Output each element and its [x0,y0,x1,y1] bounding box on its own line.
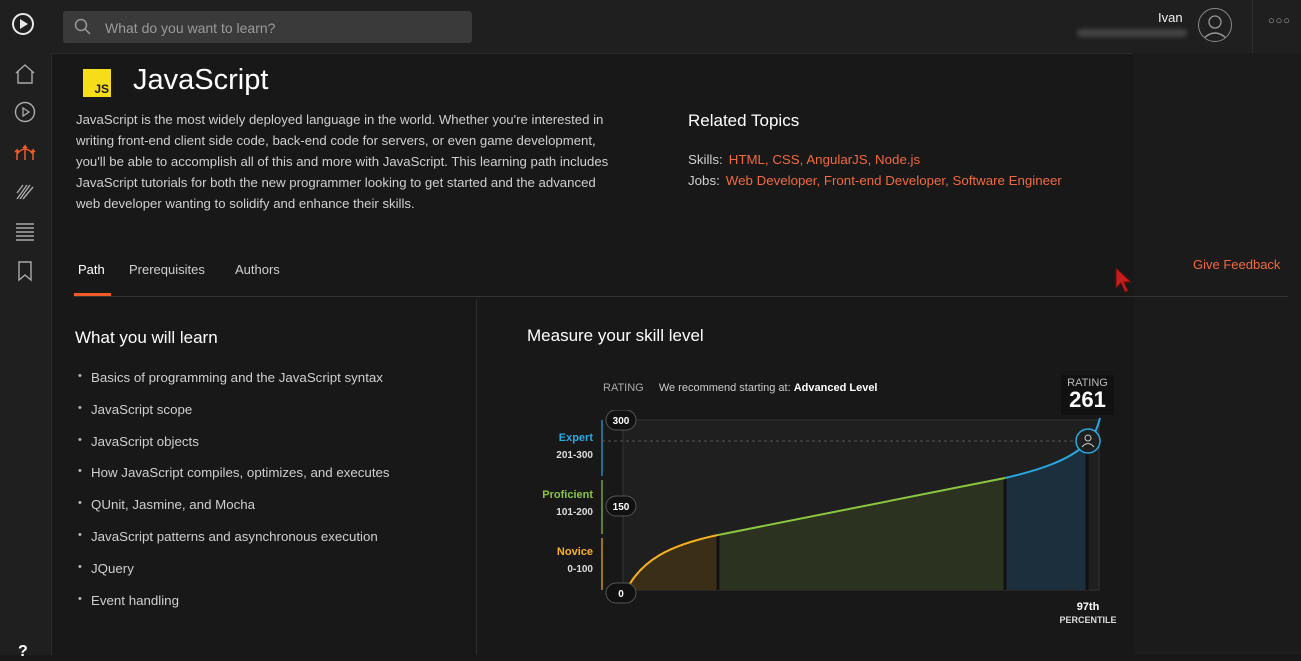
mouse-cursor-icon [1115,266,1133,293]
page-title: JavaScript [133,64,269,96]
recommend-level[interactable]: Advanced Level [794,382,878,394]
jobs-links[interactable]: Web Developer, Front-end Developer, Soft… [726,173,1062,188]
list-item: How JavaScript compiles, optimizes, and … [76,465,390,497]
list-item: JavaScript objects [76,434,390,466]
tick-label: 150 [605,495,637,517]
list-item: JavaScript scope [76,402,390,434]
level-novice-name: Novice [556,546,593,558]
top-bar: Ivan ○○○ [0,0,1301,54]
help-icon[interactable]: ? [18,643,28,661]
skills-links[interactable]: HTML, CSS, AngularJS, Node.js [729,152,920,167]
sidebar [0,53,52,655]
level-novice-range: 0-100 [567,564,593,575]
skill-title: Measure your skill level [527,326,704,345]
list-item: QUnit, Jasmine, and Mocha [76,497,390,529]
learn-title: What you will learn [75,328,218,347]
user-icon [1202,15,1228,40]
pluralsight-logo-icon[interactable] [12,13,34,35]
rating-header: RATING We recommend starting at: Advance… [603,382,878,394]
list-item: JavaScript patterns and asynchronous exe… [76,529,390,561]
rating-box: RATING 261 [1061,375,1114,415]
skill-chart: 300 150 0 [601,410,1101,604]
rating-label: RATING [603,382,644,394]
search-box[interactable] [63,11,472,43]
user-marker[interactable] [1075,428,1101,454]
percentile-value: 97th [1076,601,1100,613]
topbar-divider [1252,0,1253,53]
level-proficient-name: Proficient [542,489,593,501]
give-feedback-link[interactable]: Give Feedback [1193,257,1280,272]
js-logo-text: JS [94,82,109,96]
level-proficient-range: 101-200 [556,507,593,518]
column-divider [476,300,477,655]
recommend-text: We recommend starting at: [658,382,791,394]
list-item: JQuery [76,561,390,593]
level-expert-range: 201-300 [556,450,593,461]
paths-icon[interactable] [13,140,37,164]
js-logo-icon: JS [83,69,111,97]
search-icon [74,18,91,35]
related-skills: Skills: HTML, CSS, AngularJS, Node.js [688,152,920,167]
related-topics-title: Related Topics [688,111,800,130]
search-input[interactable] [103,17,457,39]
avatar[interactable] [1198,8,1232,42]
user-subtitle-blurred [1077,29,1187,37]
right-gutter [1133,53,1301,655]
channels-list-icon[interactable] [13,219,37,243]
learn-list: Basics of programming and the JavaScript… [76,370,390,624]
jobs-label: Jobs: [688,173,720,188]
skills-label: Skills: [688,152,723,167]
tabs-divider [74,296,1288,297]
related-jobs: Jobs: Web Developer, Front-end Developer,… [688,173,1062,188]
tick-label: 300 [605,410,637,431]
more-options-icon[interactable]: ○○○ [1268,15,1291,27]
list-item: Basics of programming and the JavaScript… [76,370,390,402]
svg-text:300: 300 [613,416,630,427]
skills-icon[interactable] [13,179,37,203]
home-icon[interactable] [13,62,37,86]
svg-text:150: 150 [613,502,630,513]
svg-text:0: 0 [618,589,624,600]
tab-prerequisites[interactable]: Prerequisites [129,262,205,277]
tab-path[interactable]: Path [78,262,105,277]
bookmark-icon[interactable] [13,259,37,283]
percentile-label: PERCENTILE [1059,615,1117,625]
tab-authors[interactable]: Authors [235,262,280,277]
list-item: Event handling [76,593,390,625]
tick-label: 0 [605,582,637,604]
level-expert-name: Expert [558,432,593,444]
play-icon[interactable] [13,100,37,124]
topic-description: JavaScript is the most widely deployed l… [76,112,609,211]
user-name[interactable]: Ivan [1158,10,1183,25]
rating-value: 261 [1069,387,1106,412]
